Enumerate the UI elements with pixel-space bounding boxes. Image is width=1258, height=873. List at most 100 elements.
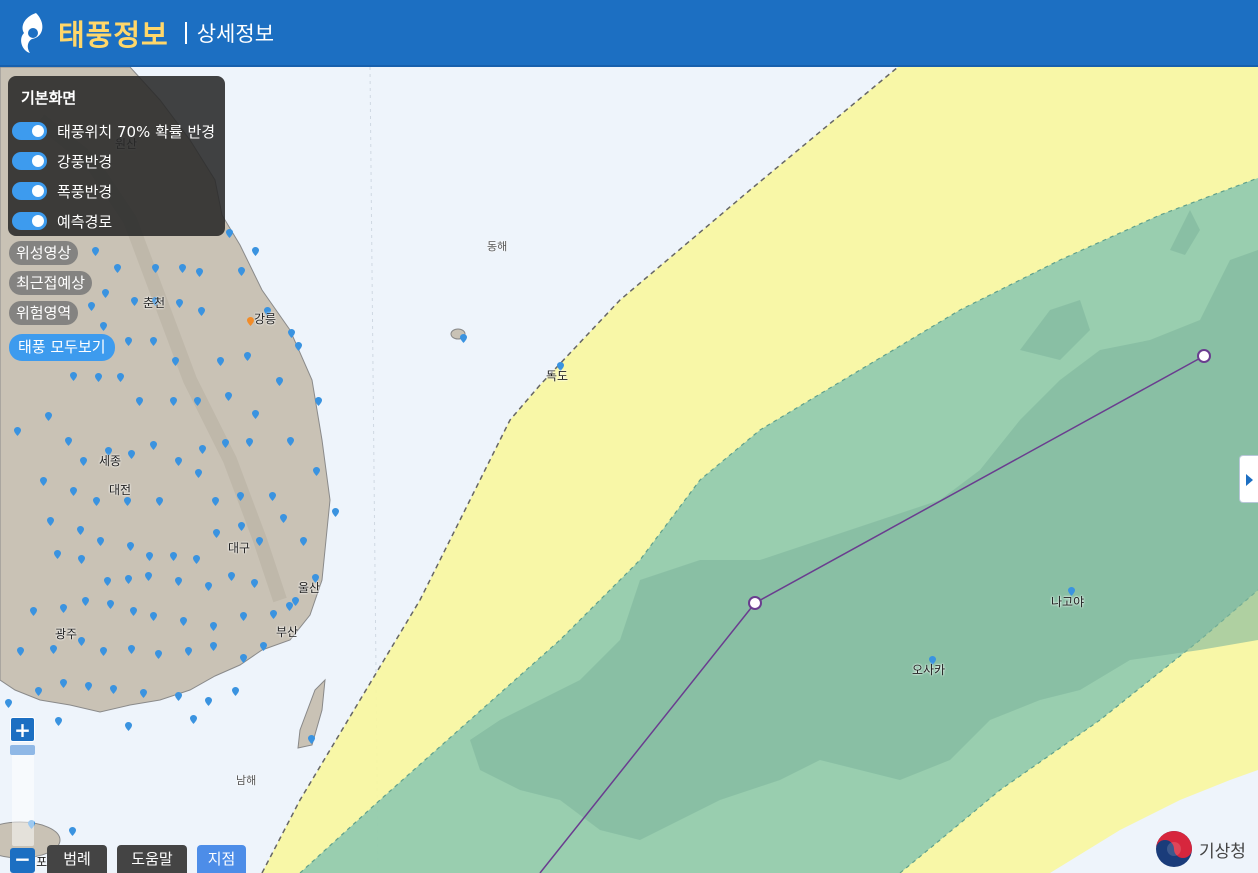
station-pin-icon[interactable]: [114, 264, 121, 273]
station-pin-icon[interactable]: [170, 552, 177, 561]
station-pin-icon[interactable]: [128, 645, 135, 654]
station-pin-icon[interactable]: [70, 487, 77, 496]
station-pin-icon[interactable]: [125, 575, 132, 584]
probability-radius-toggle[interactable]: [12, 122, 47, 140]
station-pin-icon[interactable]: [14, 427, 21, 436]
station-pin-icon[interactable]: [252, 410, 259, 419]
station-pin-icon[interactable]: [238, 267, 245, 276]
station-pin-icon[interactable]: [40, 477, 47, 486]
station-pin-icon[interactable]: [213, 529, 220, 538]
station-pin-icon[interactable]: [269, 492, 276, 501]
station-pin-icon[interactable]: [240, 654, 247, 663]
station-pin-icon[interactable]: [55, 717, 62, 726]
station-pin-icon[interactable]: [193, 555, 200, 564]
station-pin-icon[interactable]: [152, 264, 159, 273]
station-pin-icon[interactable]: [102, 289, 109, 298]
station-pin-icon[interactable]: [280, 514, 287, 523]
station-pin-icon[interactable]: [300, 537, 307, 546]
station-pin-icon[interactable]: [136, 397, 143, 406]
station-pin-icon[interactable]: [194, 397, 201, 406]
station-pin-icon[interactable]: [100, 322, 107, 331]
station-pin-icon[interactable]: [185, 647, 192, 656]
station-pin-icon[interactable]: [332, 508, 339, 517]
station-pin-icon[interactable]: [117, 373, 124, 382]
station-pin-icon[interactable]: [276, 377, 283, 386]
station-pin-icon[interactable]: [222, 439, 229, 448]
station-pin-icon[interactable]: [260, 642, 267, 651]
station-pin-icon[interactable]: [315, 397, 322, 406]
station-pin-icon[interactable]: [145, 572, 152, 581]
station-pin-icon[interactable]: [226, 229, 233, 238]
predicted-track-toggle[interactable]: [12, 212, 47, 230]
station-pin-icon[interactable]: [199, 445, 206, 454]
station-pin-icon[interactable]: [190, 715, 197, 724]
station-pin-icon[interactable]: [125, 722, 132, 731]
station-pin-icon[interactable]: [313, 467, 320, 476]
station-pin-icon[interactable]: [247, 317, 254, 326]
station-pin-icon[interactable]: [238, 522, 245, 531]
side-panel-toggle[interactable]: [1239, 455, 1258, 503]
station-pin-icon[interactable]: [140, 689, 147, 698]
station-pin-icon[interactable]: [78, 637, 85, 646]
station-pin-icon[interactable]: [125, 337, 132, 346]
station-pin-icon[interactable]: [65, 437, 72, 446]
station-pin-icon[interactable]: [128, 450, 135, 459]
station-pin-icon[interactable]: [17, 647, 24, 656]
station-pin-icon[interactable]: [308, 735, 315, 744]
station-pin-icon[interactable]: [175, 692, 182, 701]
station-pin-icon[interactable]: [69, 827, 76, 836]
zoom-slider-track[interactable]: [12, 746, 34, 846]
station-pin-icon[interactable]: [97, 537, 104, 546]
station-pin-icon[interactable]: [45, 412, 52, 421]
station-pin-icon[interactable]: [288, 329, 295, 338]
zoom-out-button[interactable]: −: [10, 848, 35, 873]
station-pin-icon[interactable]: [35, 687, 42, 696]
stations-button[interactable]: 지점: [197, 845, 246, 873]
station-pin-icon[interactable]: [225, 392, 232, 401]
station-pin-icon[interactable]: [92, 247, 99, 256]
station-pin-icon[interactable]: [240, 612, 247, 621]
all-typhoons-button[interactable]: 태풍 모두보기: [9, 334, 115, 361]
station-pin-icon[interactable]: [270, 610, 277, 619]
station-pin-icon[interactable]: [150, 441, 157, 450]
station-pin-icon[interactable]: [156, 497, 163, 506]
station-pin-icon[interactable]: [172, 357, 179, 366]
station-pin-icon[interactable]: [252, 247, 259, 256]
station-pin-icon[interactable]: [131, 297, 138, 306]
station-pin-icon[interactable]: [228, 572, 235, 581]
station-pin-icon[interactable]: [85, 682, 92, 691]
station-pin-icon[interactable]: [100, 647, 107, 656]
station-pin-icon[interactable]: [78, 555, 85, 564]
station-pin-icon[interactable]: [198, 307, 205, 316]
station-pin-icon[interactable]: [30, 607, 37, 616]
station-pin-icon[interactable]: [292, 597, 299, 606]
station-pin-icon[interactable]: [77, 526, 84, 535]
station-pin-icon[interactable]: [82, 597, 89, 606]
station-pin-icon[interactable]: [50, 645, 57, 654]
zoom-slider-handle[interactable]: [10, 745, 35, 755]
station-pin-icon[interactable]: [155, 650, 162, 659]
station-pin-icon[interactable]: [176, 299, 183, 308]
station-pin-icon[interactable]: [460, 334, 467, 343]
station-pin-icon[interactable]: [110, 685, 117, 694]
page-subtitle[interactable]: 상세정보: [197, 18, 274, 48]
station-pin-icon[interactable]: [5, 699, 12, 708]
station-pin-icon[interactable]: [130, 607, 137, 616]
station-pin-icon[interactable]: [104, 577, 111, 586]
storm-radius-toggle[interactable]: [12, 182, 47, 200]
station-pin-icon[interactable]: [175, 457, 182, 466]
station-pin-icon[interactable]: [205, 697, 212, 706]
gale-radius-toggle[interactable]: [12, 152, 47, 170]
station-pin-icon[interactable]: [93, 497, 100, 506]
station-pin-icon[interactable]: [195, 469, 202, 478]
station-pin-icon[interactable]: [210, 622, 217, 631]
station-pin-icon[interactable]: [232, 687, 239, 696]
station-pin-icon[interactable]: [60, 679, 67, 688]
station-pin-icon[interactable]: [107, 600, 114, 609]
satellite-image-button[interactable]: 위성영상: [9, 241, 79, 265]
toggle-row-gale[interactable]: 강풍반경: [8, 146, 225, 176]
station-pin-icon[interactable]: [124, 497, 131, 506]
station-pin-icon[interactable]: [237, 492, 244, 501]
station-pin-icon[interactable]: [70, 372, 77, 381]
toggle-row-storm[interactable]: 폭풍반경: [8, 176, 225, 206]
